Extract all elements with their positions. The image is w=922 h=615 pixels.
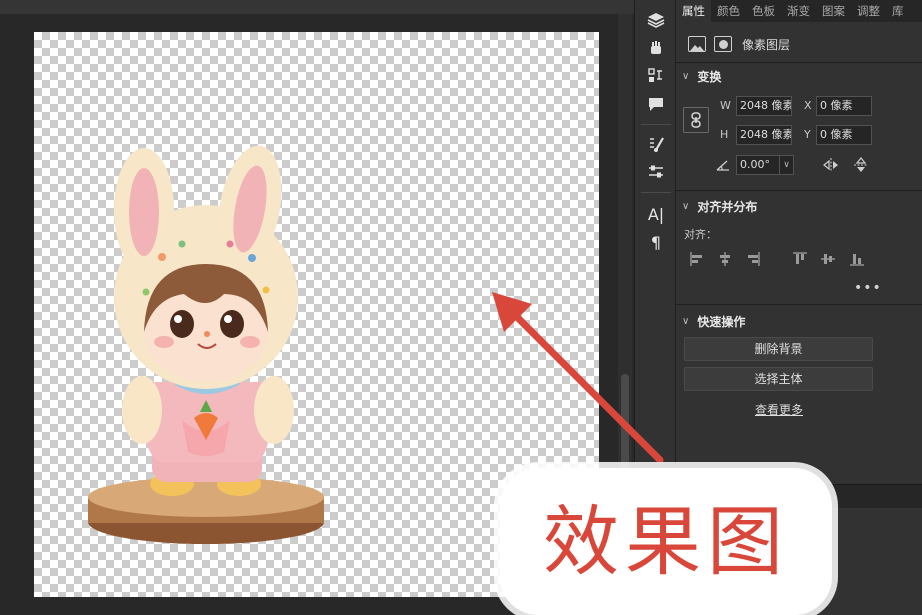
brush-settings-icon[interactable] — [644, 132, 668, 156]
y-field[interactable]: 0 像素 — [816, 125, 872, 145]
y-label: Y — [804, 128, 811, 141]
right-arm — [254, 376, 294, 444]
character-icon[interactable]: A| — [644, 202, 668, 226]
tab-libraries[interactable]: 库 — [886, 0, 910, 22]
flip-vertical-icon[interactable] — [852, 156, 870, 174]
angle-icon — [714, 156, 732, 174]
align-section-header[interactable]: ∨ 对齐并分布 — [682, 198, 757, 215]
mask-icon[interactable] — [714, 36, 732, 52]
tab-color[interactable]: 颜色 — [711, 0, 746, 22]
panel-tabs: 属性 颜色 色板 渐变 图案 调整 库 — [676, 0, 922, 22]
hand-icon[interactable] — [644, 36, 668, 60]
comment-icon[interactable] — [644, 92, 668, 116]
callout-text: 效果图 — [543, 496, 789, 586]
section-divider — [676, 190, 922, 191]
width-field[interactable]: 2048 像素 — [736, 96, 792, 116]
align-label: 对齐： — [684, 228, 717, 241]
more-options-icon[interactable]: ••• — [854, 280, 882, 296]
tab-properties[interactable]: 属性 — [676, 0, 711, 22]
align-left-edges-icon[interactable] — [688, 250, 706, 268]
see-more-link[interactable]: 查看更多 — [676, 401, 882, 418]
angle-value: 0.00° — [740, 158, 770, 171]
align-vertical-centers-icon[interactable] — [819, 250, 837, 268]
transform-section-header[interactable]: ∨ 变换 — [682, 68, 721, 85]
annotation-callout: 效果图 — [500, 468, 832, 615]
tool-divider — [641, 124, 671, 125]
angle-field[interactable]: 0.00° ∨ — [736, 155, 794, 175]
transform-title: 变换 — [697, 70, 722, 84]
image-icon[interactable] — [688, 36, 706, 52]
tab-patterns[interactable]: 图案 — [816, 0, 851, 22]
layer-type-row: 像素图层 — [688, 34, 790, 54]
align-top-edges-icon[interactable] — [791, 250, 809, 268]
chevron-down-icon: ∨ — [682, 71, 690, 82]
workspace-top-bar — [0, 0, 634, 14]
select-subject-button[interactable]: 选择主体 — [684, 367, 873, 391]
wood-base-top — [88, 477, 324, 517]
link-icon[interactable] — [683, 107, 709, 133]
tab-swatches[interactable]: 色板 — [746, 0, 781, 22]
history-icon[interactable] — [644, 64, 668, 88]
section-divider — [676, 62, 922, 63]
remove-background-button[interactable]: 删除背景 — [684, 337, 873, 361]
chevron-down-icon[interactable]: ∨ — [779, 156, 793, 174]
section-divider — [676, 304, 922, 305]
height-field[interactable]: 2048 像素 — [736, 125, 792, 145]
paragraph-tool-label: ¶ — [650, 232, 662, 252]
layer-type-label: 像素图层 — [742, 37, 791, 52]
left-eye — [170, 310, 194, 338]
chevron-down-icon: ∨ — [682, 201, 690, 212]
quick-actions-section-header[interactable]: ∨ 快速操作 — [682, 313, 745, 330]
align-horizontal-centers-icon[interactable] — [716, 250, 734, 268]
height-label: H — [720, 128, 729, 141]
tab-adjustments[interactable]: 调整 — [851, 0, 886, 22]
quick-actions-title: 快速操作 — [697, 315, 746, 329]
left-arm — [122, 376, 162, 444]
layers-icon[interactable] — [644, 8, 668, 32]
left-ear-inner — [129, 168, 159, 256]
x-field[interactable]: 0 像素 — [816, 96, 872, 116]
flip-horizontal-icon[interactable] — [822, 156, 840, 174]
x-label: X — [804, 99, 812, 112]
adjustments-icon[interactable] — [644, 160, 668, 184]
tool-divider — [641, 192, 671, 193]
right-eye — [220, 310, 244, 338]
width-label: W — [720, 99, 731, 112]
align-right-edges-icon[interactable] — [744, 250, 762, 268]
nose — [204, 331, 210, 337]
paragraph-icon[interactable]: ¶ — [644, 230, 668, 254]
chevron-down-icon: ∨ — [682, 316, 690, 327]
align-bottom-edges-icon[interactable] — [848, 250, 866, 268]
align-title: 对齐并分布 — [697, 200, 758, 214]
character-tool-label: A| — [647, 204, 665, 224]
tab-gradients[interactable]: 渐变 — [781, 0, 816, 22]
